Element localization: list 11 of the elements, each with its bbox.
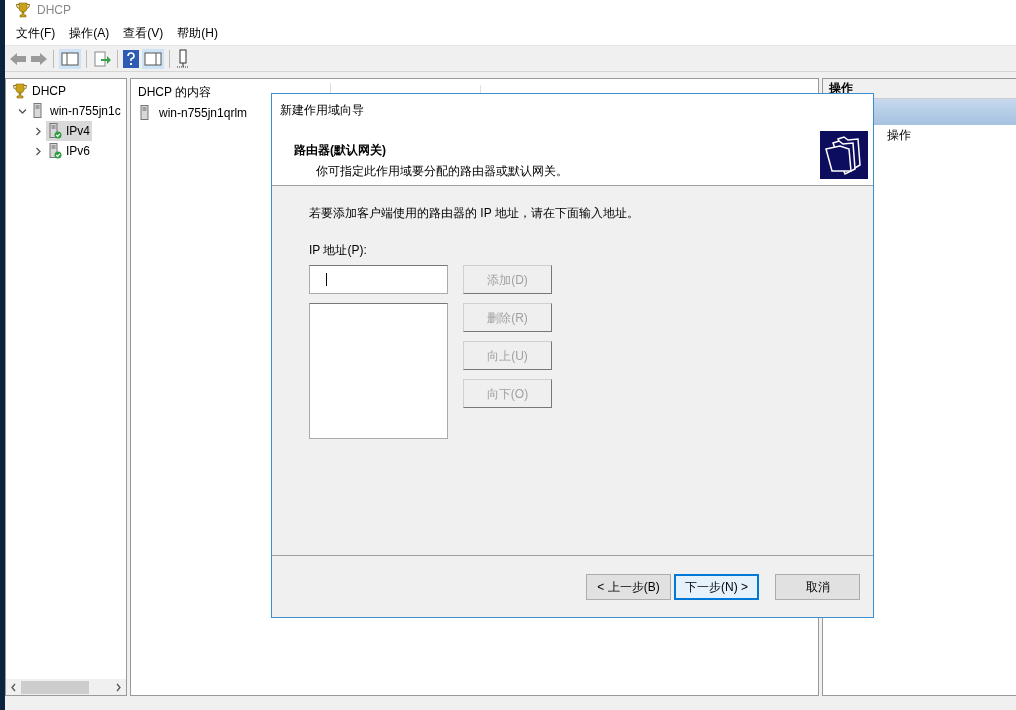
tree-label: win-n755jn1c bbox=[50, 103, 121, 120]
step-heading: 路由器(默认网关) bbox=[294, 142, 387, 159]
list-label: win-n755jn1qrlm bbox=[159, 105, 248, 122]
step-description: 你可指定此作用域要分配的路由器或默认网关。 bbox=[315, 163, 568, 180]
window-title: DHCP bbox=[37, 2, 71, 19]
tree-label: IPv6 bbox=[66, 143, 90, 160]
tree-label: IPv4 bbox=[66, 123, 90, 140]
instruction-text: 若要添加客户端使用的路由器的 IP 地址，请在下面输入地址。 bbox=[309, 205, 640, 222]
field-label: IP 地址(P): bbox=[309, 242, 368, 259]
dialog-title: 新建作用域向导 bbox=[279, 102, 365, 119]
tree-label: DHCP bbox=[32, 83, 66, 100]
